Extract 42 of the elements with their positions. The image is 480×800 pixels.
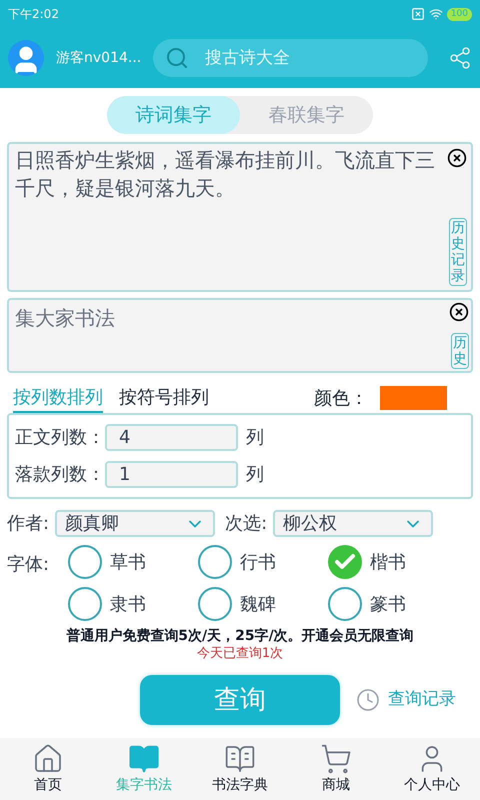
- font-label: 字体:: [7, 553, 50, 577]
- column-count-field[interactable]: 1: [105, 461, 238, 488]
- column-label: 落款列数：: [15, 463, 105, 487]
- poem-text: 日照香炉生紫烟，遥看瀑布挂前川。飞流直下三千尺，疑是银河落九天。: [15, 147, 436, 202]
- status-time: 下午2:02: [8, 6, 59, 23]
- font-radio[interactable]: 魏碑: [198, 587, 318, 621]
- select-label: 作者:: [7, 512, 50, 536]
- color-swatch[interactable]: [380, 386, 447, 410]
- sort-tab[interactable]: 按符号排列: [119, 384, 209, 412]
- font-radio[interactable]: 行书: [198, 545, 318, 579]
- column-count-field[interactable]: 4: [105, 424, 238, 451]
- font-radio[interactable]: 篆书: [328, 587, 448, 621]
- nav-item[interactable]: 个人中心: [384, 738, 480, 800]
- notice-text: 普通用户免费查询5次/天，25字/次。开通会员无限查询: [65, 627, 415, 645]
- home-icon: [32, 742, 64, 774]
- unit-label: 列: [246, 463, 264, 487]
- author-select[interactable]: 颜真卿: [55, 510, 216, 537]
- color-label: 颜色：: [314, 386, 368, 410]
- search-field[interactable]: 搜古诗大全: [153, 39, 428, 77]
- select-label: 次选:: [225, 512, 268, 536]
- query-count-text: 今天已查询1次: [196, 645, 284, 663]
- unit-label: 列: [246, 426, 264, 450]
- nav-item[interactable]: 首页: [0, 738, 96, 800]
- font-radio[interactable]: 楷书: [328, 545, 448, 579]
- username: 游客nv014...: [56, 48, 142, 68]
- nav-item[interactable]: 商城: [288, 738, 384, 800]
- search-icon: [165, 46, 190, 70]
- font-radio[interactable]: 草书: [68, 545, 188, 579]
- notification-icon: [410, 7, 425, 21]
- nav-item[interactable]: 书法字典: [192, 738, 288, 800]
- author-select[interactable]: 柳公权: [273, 510, 434, 537]
- column-label: 正文列数：: [15, 426, 105, 450]
- poem-field[interactable]: 日照香炉生紫烟，遥看瀑布挂前川。飞流直下三千尺，疑是银河落九天。 历史记录: [7, 142, 473, 292]
- cart-icon: [320, 742, 352, 774]
- avatar[interactable]: [8, 40, 44, 76]
- share-icon[interactable]: [448, 46, 472, 70]
- clock-icon: [356, 688, 380, 712]
- battery-level: 100: [446, 8, 472, 20]
- clear-icon[interactable]: [447, 148, 467, 168]
- wifi-icon: [428, 7, 443, 21]
- font-radio[interactable]: 隶书: [68, 587, 188, 621]
- clear-icon[interactable]: [449, 302, 469, 322]
